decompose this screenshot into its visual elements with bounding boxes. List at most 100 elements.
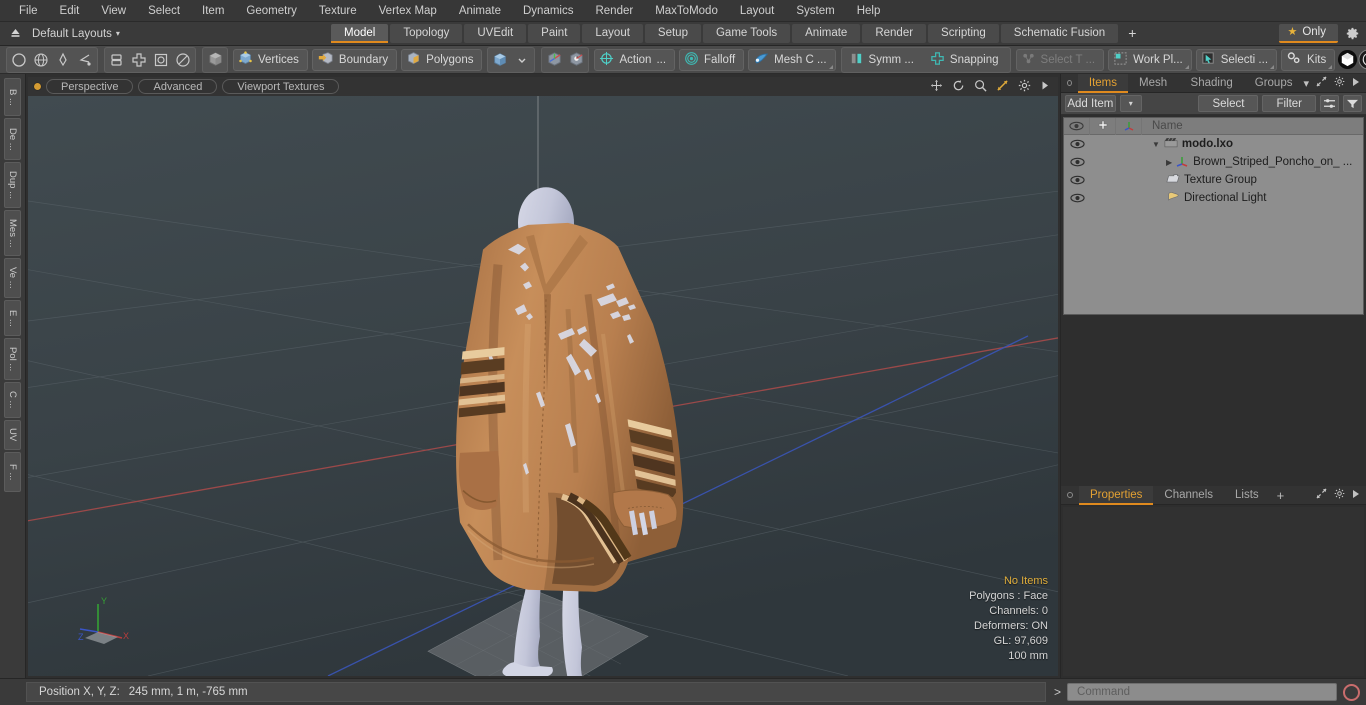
menu-item-file[interactable]: File: [8, 0, 49, 22]
vtab-edge[interactable]: E ...: [4, 300, 21, 336]
expand-icon[interactable]: [1316, 76, 1327, 90]
work-plane-button[interactable]: Work Pl...: [1108, 48, 1192, 71]
mesh-constraint-button[interactable]: Mesh C ...: [748, 48, 836, 71]
tab-layout[interactable]: Layout: [582, 24, 643, 43]
selection-button[interactable]: Selecti ...: [1195, 48, 1278, 71]
boundary-button[interactable]: Boundary: [311, 48, 398, 71]
add-tab-button[interactable]: +: [1120, 24, 1144, 43]
add-panel-tab[interactable]: +: [1270, 486, 1292, 505]
snapping-button[interactable]: Snapping: [926, 49, 1007, 71]
menu-item-edit[interactable]: Edit: [49, 0, 91, 22]
item-row-mesh[interactable]: ▶ Brown_Striped_Poncho_on_ ...: [1142, 155, 1363, 170]
vtab-deform[interactable]: De ...: [4, 118, 21, 160]
row-eye-icon[interactable]: [1064, 139, 1090, 149]
table-row[interactable]: ▼ modo.lxo: [1064, 135, 1363, 153]
gear-icon[interactable]: [1334, 76, 1345, 90]
item-row-directional-light[interactable]: Directional Light: [1142, 191, 1363, 205]
position-readout[interactable]: Position X, Y, Z: 245 mm, 1 m, -765 mm: [26, 682, 1046, 702]
vtab-curve[interactable]: C ...: [4, 382, 21, 418]
menu-item-select[interactable]: Select: [137, 0, 191, 22]
lasso-icon[interactable]: [74, 49, 96, 71]
menu-item-view[interactable]: View: [90, 0, 137, 22]
polygons-button[interactable]: Polygons: [401, 48, 483, 71]
tab-render[interactable]: Render: [862, 24, 927, 43]
zoom-icon[interactable]: [974, 79, 987, 94]
home-up-icon[interactable]: [6, 25, 24, 43]
cube-blue-mode-icon[interactable]: [489, 49, 511, 71]
menu-item-texture[interactable]: Texture: [308, 0, 368, 22]
tab-setup[interactable]: Setup: [644, 24, 701, 43]
vtab-polygon[interactable]: Pol ...: [4, 338, 21, 380]
menu-item-geometry[interactable]: Geometry: [235, 0, 308, 22]
3d-viewport[interactable]: Y X Z No Items Polygons : Face Channels:…: [28, 96, 1058, 676]
symmetry-button[interactable]: Symm ...: [845, 49, 922, 71]
item-row-scene[interactable]: ▼ modo.lxo: [1142, 137, 1363, 151]
select-button[interactable]: Select: [1198, 95, 1259, 112]
move-cross-icon[interactable]: [128, 49, 150, 71]
falloff-button[interactable]: Falloff: [679, 48, 745, 71]
tab-scripting[interactable]: Scripting: [928, 24, 999, 43]
properties-body[interactable]: [1063, 507, 1364, 676]
row-eye-icon[interactable]: [1064, 157, 1090, 167]
vtab-fusion[interactable]: F ...: [4, 452, 21, 492]
menu-item-layout[interactable]: Layout: [729, 0, 786, 22]
filter-button[interactable]: Filter: [1262, 95, 1316, 112]
vertices-button[interactable]: Vertices: [233, 48, 308, 71]
vtab-uv[interactable]: UV: [4, 420, 21, 450]
list-options-icon[interactable]: [1320, 95, 1339, 112]
rotate-icon[interactable]: [952, 79, 965, 94]
unreal-logo-icon[interactable]: [1358, 48, 1366, 72]
viewport-settings-icon[interactable]: [1018, 79, 1031, 94]
item-row-texture-group[interactable]: Texture Group: [1142, 173, 1363, 187]
kits-button[interactable]: Kits: [1281, 48, 1336, 71]
pan-icon[interactable]: [930, 79, 943, 94]
tab-properties[interactable]: Properties: [1079, 485, 1154, 505]
expand-icon[interactable]: [1316, 488, 1327, 502]
cube-solid-icon[interactable]: [204, 49, 226, 71]
record-circle-icon[interactable]: [1343, 683, 1360, 701]
chevron-down-icon[interactable]: [511, 49, 533, 71]
cube-center-icon[interactable]: [543, 49, 565, 71]
chevron-down-icon[interactable]: ▾: [116, 29, 120, 38]
modo-logo-icon[interactable]: [1337, 48, 1358, 72]
tab-groups[interactable]: Groups: [1244, 74, 1304, 93]
add-item-dropdown[interactable]: ▾: [1119, 95, 1142, 112]
viewport-shading-button[interactable]: Advanced: [138, 79, 218, 94]
default-layouts-label[interactable]: Default Layouts: [32, 28, 112, 40]
pen-icon[interactable]: [52, 49, 74, 71]
tab-items[interactable]: Items: [1077, 73, 1129, 93]
vtab-duplicate[interactable]: Dup ...: [4, 162, 21, 208]
menu-item-vertex-map[interactable]: Vertex Map: [368, 0, 448, 22]
add-item-button[interactable]: Add Item: [1065, 95, 1116, 112]
action-center-button[interactable]: Action ...: [594, 48, 676, 71]
gear-icon[interactable]: [1342, 24, 1362, 43]
tab-model[interactable]: Model: [331, 24, 389, 43]
menu-item-help[interactable]: Help: [846, 0, 892, 22]
fit-icon[interactable]: [996, 79, 1009, 94]
tab-lists[interactable]: Lists: [1224, 486, 1270, 505]
stack-icon[interactable]: [106, 49, 128, 71]
viewport-textures-button[interactable]: Viewport Textures: [222, 79, 340, 94]
menu-item-dynamics[interactable]: Dynamics: [512, 0, 584, 22]
only-button[interactable]: ★ Only: [1279, 24, 1338, 43]
vtab-basic[interactable]: B ...: [4, 78, 21, 116]
expander-icon[interactable]: ▶: [1166, 158, 1172, 167]
circle-icon[interactable]: [8, 49, 30, 71]
tab-paint[interactable]: Paint: [528, 24, 581, 43]
tab-channels[interactable]: Channels: [1153, 486, 1224, 505]
vtab-vertex[interactable]: Ve ...: [4, 258, 21, 298]
menu-item-maxtomodo[interactable]: MaxToModo: [644, 0, 729, 22]
chevron-down-icon[interactable]: ▾: [1303, 77, 1309, 90]
tab-shading[interactable]: Shading: [1180, 74, 1244, 93]
menu-item-system[interactable]: System: [785, 0, 845, 22]
globe-icon[interactable]: [30, 49, 52, 71]
tab-topology[interactable]: Topology: [390, 24, 463, 43]
cube-pivot-icon[interactable]: [565, 49, 587, 71]
play-arrow-icon[interactable]: [1352, 489, 1360, 502]
menu-item-animate[interactable]: Animate: [448, 0, 512, 22]
table-row[interactable]: ▶ Brown_Striped_Poncho_on_ ...: [1064, 153, 1363, 171]
tab-uvedit[interactable]: UVEdit: [464, 24, 527, 43]
row-eye-icon[interactable]: [1064, 175, 1090, 185]
row-eye-icon[interactable]: [1064, 193, 1090, 203]
tab-game-tools[interactable]: Game Tools: [702, 24, 791, 43]
